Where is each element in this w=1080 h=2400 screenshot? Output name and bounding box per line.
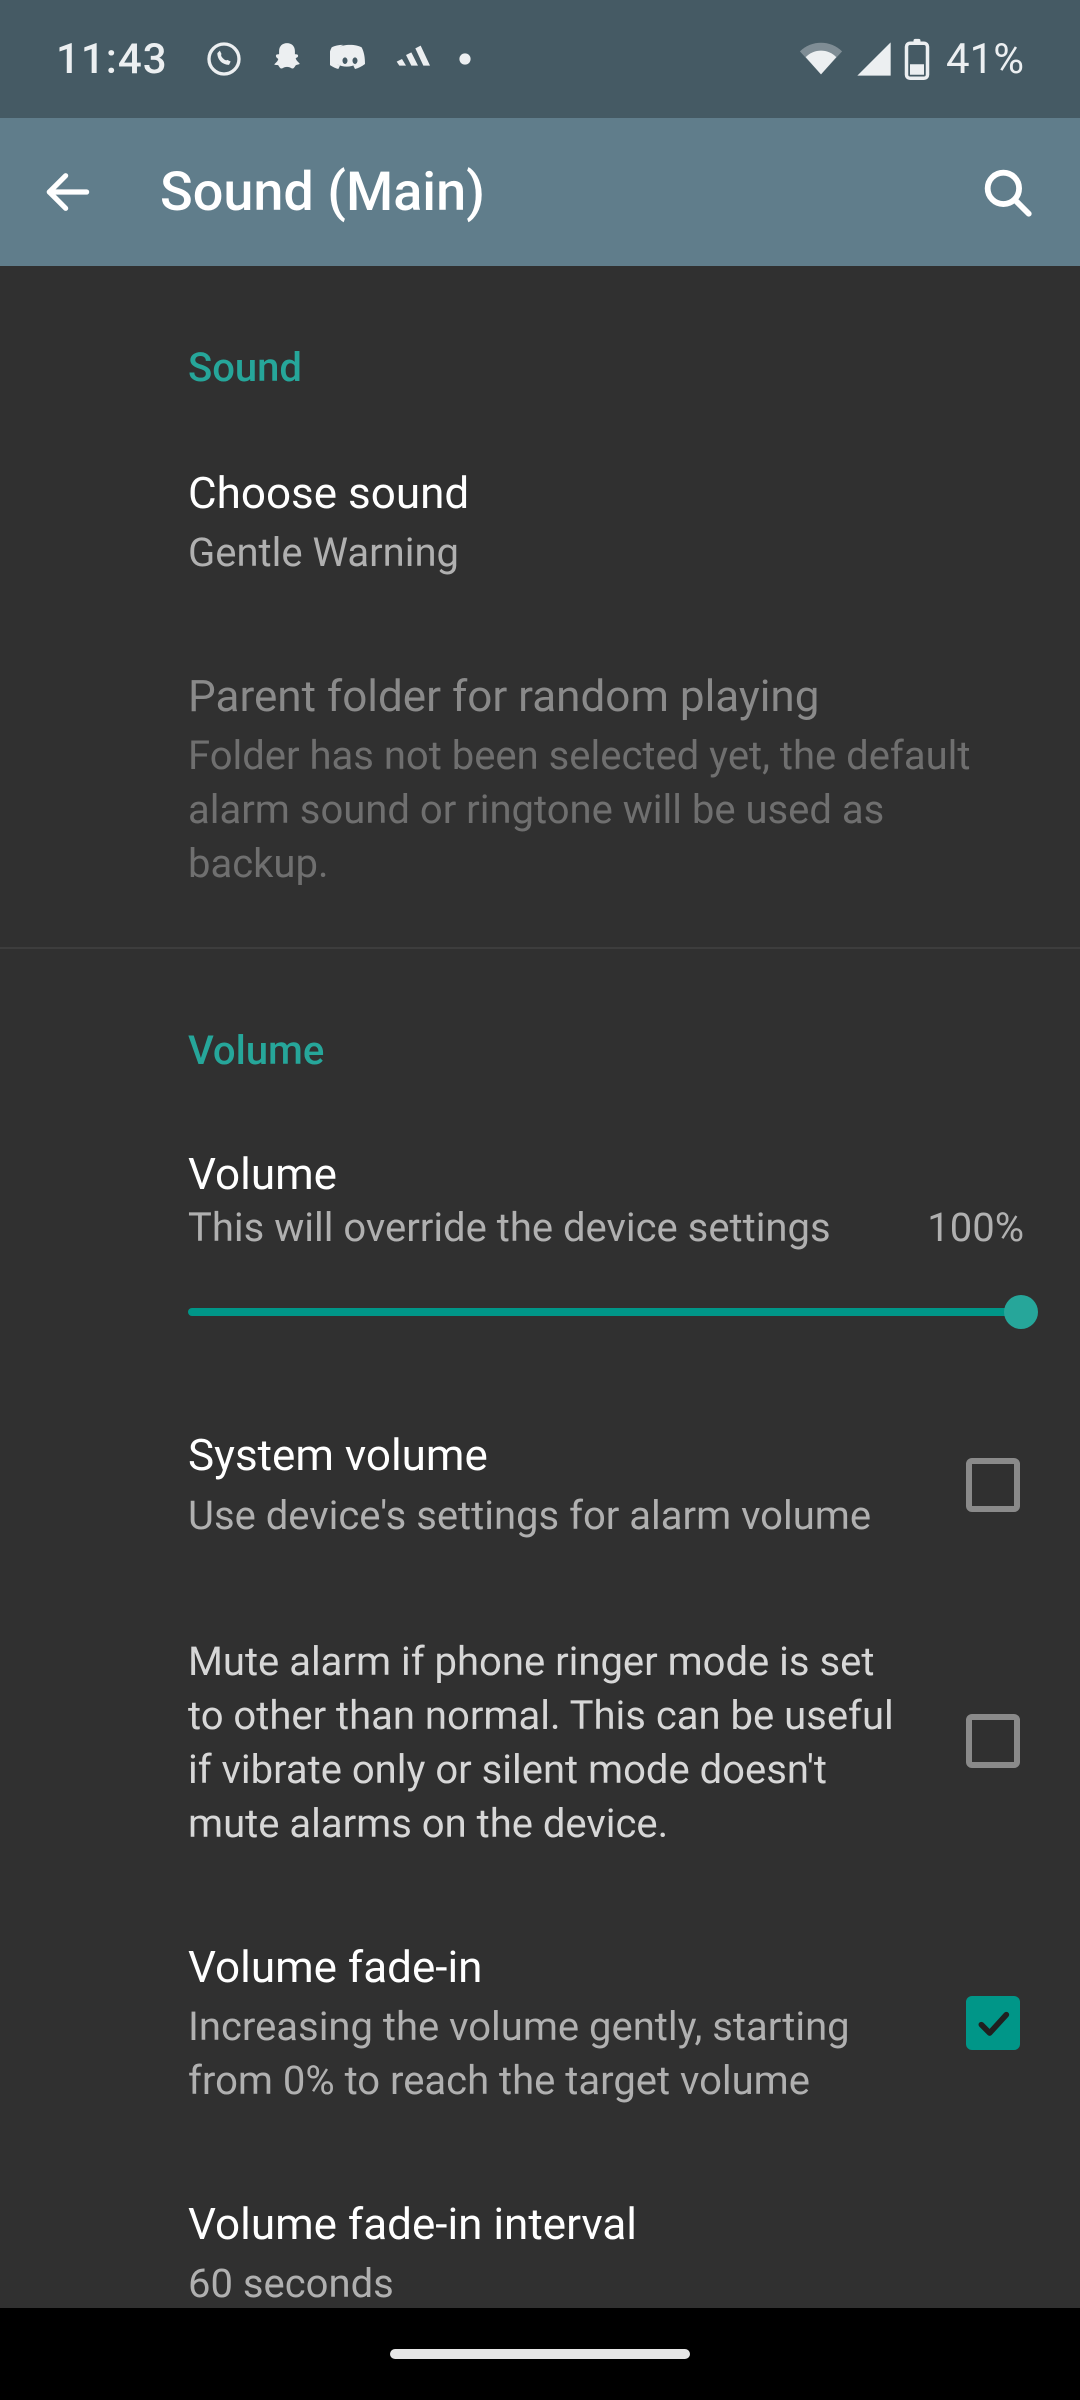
pref-volume-fade-in[interactable]: Volume fade-in Increasing the volume gen…	[0, 1895, 1080, 2152]
checkbox[interactable]	[966, 1714, 1020, 1768]
pref-summary: Use device's settings for alarm volume	[188, 1489, 914, 1543]
check-icon	[973, 2003, 1013, 2043]
navigation-bar	[0, 2308, 1080, 2400]
snapchat-icon	[268, 40, 306, 78]
pref-summary: 60 seconds	[188, 2257, 1000, 2311]
wifi-icon	[798, 39, 844, 79]
battery-icon	[904, 38, 930, 80]
pref-parent-folder[interactable]: Parent folder for random playing Folder …	[0, 624, 1080, 935]
checkbox[interactable]	[966, 1458, 1020, 1512]
settings-list[interactable]: Sound Choose sound Gentle Warning Parent…	[0, 266, 1080, 2400]
pref-title: System volume	[188, 1427, 914, 1484]
cell-signal-icon	[854, 39, 894, 79]
pref-volume[interactable]: Volume This will override the device set…	[0, 1104, 1080, 1383]
whatsapp-icon	[204, 39, 244, 79]
pref-summary: Gentle Warning	[188, 526, 1000, 580]
pref-system-volume[interactable]: System volume Use device's settings for …	[0, 1383, 1080, 1586]
volume-slider[interactable]	[188, 1299, 1024, 1325]
search-icon	[978, 163, 1036, 221]
pref-title: Choose sound	[188, 465, 1000, 522]
pref-summary: This will override the device settings	[188, 1204, 927, 1251]
status-bar: 11:43	[0, 0, 1080, 118]
pref-title: Volume fade-in interval	[188, 2196, 1000, 2253]
search-button[interactable]	[962, 147, 1052, 237]
gesture-handle[interactable]	[390, 2349, 690, 2359]
pref-title: Volume fade-in	[188, 1939, 914, 1996]
battery-percent: 41%	[946, 35, 1024, 84]
pref-title: Volume	[188, 1148, 1024, 1200]
pref-summary: Increasing the volume gently, starting f…	[188, 2000, 914, 2108]
pref-summary: Folder has not been selected yet, the de…	[188, 729, 1000, 891]
pref-choose-sound[interactable]: Choose sound Gentle Warning	[0, 421, 1080, 624]
pref-mute-on-ringer-mode[interactable]: Mute alarm if phone ringer mode is set t…	[0, 1587, 1080, 1895]
slider-track	[188, 1308, 1024, 1316]
page-title: Sound (Main)	[160, 161, 962, 224]
checkbox[interactable]	[966, 1996, 1020, 2050]
notification-dot-icon	[458, 52, 472, 66]
discord-icon	[330, 39, 370, 79]
section-header-sound: Sound	[0, 266, 1080, 421]
pref-summary: Mute alarm if phone ringer mode is set t…	[188, 1635, 914, 1851]
adidas-icon	[394, 39, 434, 79]
arrow-left-icon	[40, 164, 96, 220]
slider-thumb[interactable]	[1004, 1295, 1038, 1329]
app-bar: Sound (Main)	[0, 118, 1080, 266]
section-header-volume: Volume	[0, 949, 1080, 1104]
pref-title: Parent folder for random playing	[188, 668, 1000, 725]
status-time: 11:43	[56, 35, 168, 84]
volume-percent: 100%	[927, 1204, 1024, 1251]
back-button[interactable]	[28, 152, 108, 232]
